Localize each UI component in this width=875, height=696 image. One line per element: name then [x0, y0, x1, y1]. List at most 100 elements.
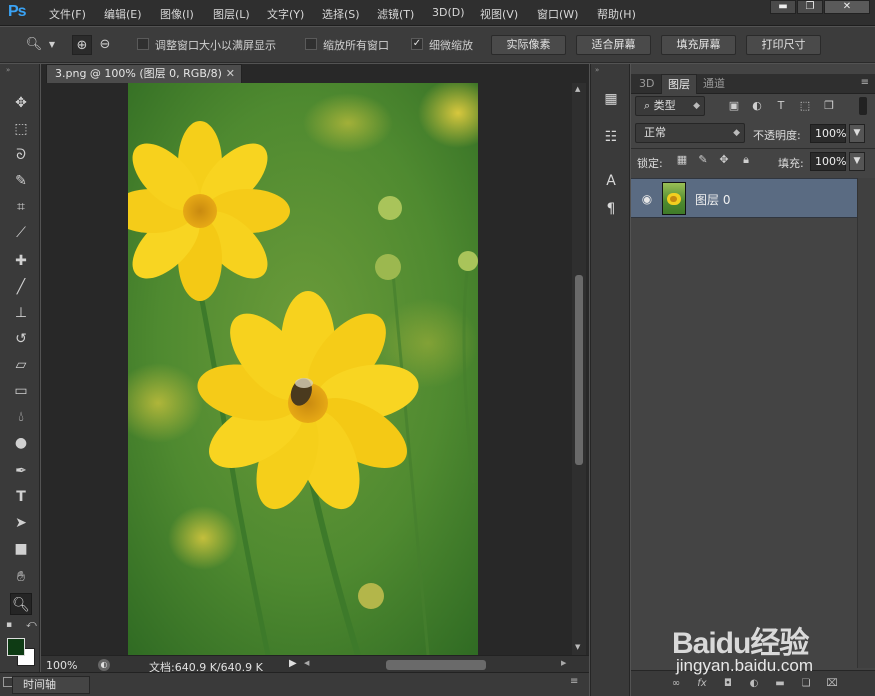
new-group-icon[interactable]: ▬ [773, 677, 787, 691]
eraser-tool-icon[interactable]: ▱ [10, 354, 32, 376]
lock-all-icon[interactable]: 🔒︎ [739, 153, 753, 167]
opacity-dropdown-icon[interactable]: ▼ [849, 124, 865, 143]
close-button[interactable]: ✕ [824, 0, 870, 14]
paragraph-icon[interactable]: ¶ [600, 198, 622, 220]
fill-screen-button[interactable]: 填充屏幕 [661, 35, 736, 55]
pen-tool-icon[interactable]: ✒︎ [10, 460, 32, 482]
crop-tool-icon[interactable]: ⌗ [10, 196, 32, 218]
scroll-left-icon[interactable]: ◀ [304, 659, 309, 667]
fit-screen-button[interactable]: 适合屏幕 [576, 35, 651, 55]
path-selection-tool-icon[interactable]: ➤ [10, 512, 32, 534]
menu-type[interactable]: 文字(Y) [267, 6, 304, 22]
default-colors-icon[interactable]: ▪ [6, 620, 12, 630]
new-layer-icon[interactable]: ❏ [799, 677, 813, 691]
panel-collapse-icon[interactable]: » [6, 66, 10, 74]
lasso-tool-icon[interactable]: ᘐ [10, 144, 32, 166]
brush-presets-icon[interactable]: ☷ [600, 126, 622, 148]
zoom-out-icon[interactable]: ⊖ [95, 35, 115, 55]
minimize-button[interactable]: ▬ [770, 0, 796, 14]
menu-view[interactable]: 视图(V) [480, 6, 518, 22]
opacity-input[interactable]: 100% [810, 124, 846, 143]
blur-tool-icon[interactable]: 💧︎ [10, 406, 32, 428]
tab-3d[interactable]: 3D [633, 74, 660, 94]
fill-input[interactable]: 100% [810, 152, 846, 171]
chevron-down-icon[interactable]: ▼ [46, 35, 58, 55]
dock-collapse-icon[interactable]: » [595, 66, 599, 74]
vertical-scroll-thumb[interactable] [575, 275, 583, 465]
menu-edit[interactable]: 编辑(E) [104, 6, 142, 22]
status-menu-arrow-icon[interactable]: ▶ [289, 658, 297, 669]
scroll-up-icon[interactable]: ▲ [575, 85, 580, 93]
menu-layer[interactable]: 图层(L) [213, 6, 250, 22]
zoom-level[interactable]: 100% [46, 659, 77, 672]
tab-channels[interactable]: 通道 [697, 74, 731, 94]
vertical-scrollbar[interactable]: ▲ ▼ [572, 83, 586, 655]
tab-layers[interactable]: 图层 [661, 74, 697, 94]
marquee-tool-icon[interactable]: ⬚ [10, 118, 32, 140]
shape-filter-icon[interactable]: ⬚ [798, 99, 812, 113]
horizontal-scroll-thumb[interactable] [386, 660, 486, 670]
type-tool-icon[interactable]: T [10, 486, 32, 508]
hand-tool-icon[interactable]: ✋︎ [10, 566, 32, 588]
history-icon[interactable]: ▦ [600, 88, 622, 110]
menu-image[interactable]: 图像(I) [160, 6, 194, 22]
zoom-in-icon[interactable]: ⊕ [72, 35, 92, 55]
close-tab-icon[interactable]: ✕ [226, 65, 235, 83]
menu-select[interactable]: 选择(S) [322, 6, 360, 22]
status-info-icon[interactable]: ◐ [98, 659, 110, 671]
healing-brush-tool-icon[interactable]: ✚ [10, 250, 32, 272]
layer-name[interactable]: 图层 0 [695, 191, 730, 208]
scroll-right-icon[interactable]: ▶ [561, 659, 566, 667]
panel-menu-icon[interactable]: ≡ [861, 77, 869, 88]
menu-file[interactable]: 文件(F) [49, 6, 86, 22]
scroll-down-icon[interactable]: ▼ [575, 643, 580, 651]
lock-transparent-icon[interactable]: ▦ [675, 153, 689, 167]
filter-toggle[interactable] [859, 97, 867, 115]
blend-mode-dropdown[interactable]: 正常 ◆ [635, 123, 745, 143]
add-mask-icon[interactable]: ◘ [721, 677, 735, 691]
resize-windows-checkbox[interactable] [137, 38, 149, 50]
pixel-filter-icon[interactable]: ▣ [727, 99, 741, 113]
smart-object-filter-icon[interactable]: ❐ [822, 99, 836, 113]
lock-position-icon[interactable]: ✥ [717, 153, 731, 167]
menu-window[interactable]: 窗口(W) [537, 6, 578, 22]
menu-3d[interactable]: 3D(D) [432, 6, 465, 19]
history-brush-tool-icon[interactable]: ↺ [10, 328, 32, 350]
print-size-button[interactable]: 打印尺寸 [746, 35, 821, 55]
timeline-menu-icon[interactable]: ≡ [570, 676, 578, 687]
type-filter-icon[interactable]: T [774, 99, 788, 113]
brush-tool-icon[interactable]: ╱ [10, 276, 32, 298]
scrubby-zoom-checkbox[interactable]: ✓ [411, 38, 423, 50]
menu-filter[interactable]: 滤镜(T) [377, 6, 414, 22]
menu-help[interactable]: 帮助(H) [597, 6, 636, 22]
rectangle-tool-icon[interactable]: ■ [10, 538, 32, 560]
eyedropper-tool-icon[interactable]: ⟋ [10, 222, 32, 244]
image-canvas[interactable] [128, 83, 478, 655]
maximize-button[interactable]: ❐ [797, 0, 823, 14]
character-icon[interactable]: A [600, 170, 622, 192]
fill-dropdown-icon[interactable]: ▼ [849, 152, 865, 171]
adjustment-layer-icon[interactable]: ◐ [747, 677, 761, 691]
move-tool-icon[interactable]: ✥ [10, 92, 32, 114]
quick-selection-tool-icon[interactable]: ✎ [10, 170, 32, 192]
lock-image-icon[interactable]: ✎ [696, 153, 710, 167]
layer-row[interactable]: ◉ 图层 0 [631, 178, 857, 218]
adjustment-filter-icon[interactable]: ◐ [750, 99, 764, 113]
zoom-all-checkbox[interactable] [305, 38, 317, 50]
foreground-color-swatch[interactable] [7, 638, 25, 656]
document-tab[interactable]: 3.png @ 100% (图层 0, RGB/8) ✕ [46, 64, 242, 83]
fx-icon[interactable]: fx [695, 677, 709, 691]
link-layers-icon[interactable]: ∞ [669, 677, 683, 691]
gradient-tool-icon[interactable]: ▭ [10, 380, 32, 402]
zoom-tool-preset-icon[interactable]: 🔍︎ [24, 35, 44, 55]
swap-colors-icon[interactable]: ⤺ [26, 619, 37, 630]
actual-pixels-button[interactable]: 实际像素 [491, 35, 566, 55]
dodge-tool-icon[interactable]: ● [10, 432, 32, 454]
timeline-tab[interactable]: 时间轴 [12, 676, 90, 694]
filter-type-dropdown[interactable]: ⌕ 类型 ◆ [635, 96, 705, 116]
visibility-eye-icon[interactable]: ◉ [639, 191, 655, 207]
zoom-tool-icon[interactable]: 🔍︎ [10, 593, 32, 615]
layers-scrollbar[interactable] [857, 178, 875, 668]
clone-stamp-tool-icon[interactable]: ⊥ [10, 302, 32, 324]
delete-layer-icon[interactable]: ⌧ [825, 677, 839, 691]
